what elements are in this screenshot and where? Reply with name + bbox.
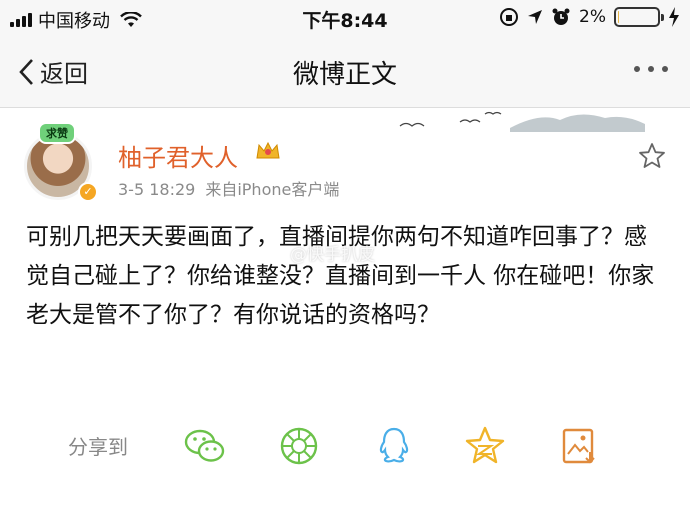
username[interactable]: 柚子君大人 bbox=[118, 138, 238, 173]
post-timestamp: 3-5 18:29 bbox=[118, 180, 196, 199]
share-label: 分享到 bbox=[68, 435, 128, 459]
watermark: @快手扒皮 bbox=[290, 245, 375, 265]
header-decoration bbox=[399, 111, 645, 132]
charging-icon bbox=[669, 7, 679, 27]
battery-fill bbox=[618, 11, 620, 23]
location-icon bbox=[528, 10, 543, 24]
wechat-icon[interactable] bbox=[183, 424, 227, 468]
orientation-lock-icon bbox=[500, 8, 519, 26]
status-right: 2% bbox=[499, 7, 680, 27]
avatar-pendant-badge: 求赞 bbox=[38, 122, 76, 144]
user-avatar-block[interactable]: 求赞 ✓ bbox=[24, 122, 98, 202]
more-dot bbox=[648, 66, 654, 72]
share-bar: 分享到 bbox=[0, 418, 690, 474]
crown-icon bbox=[256, 141, 280, 159]
star-icon[interactable] bbox=[638, 142, 666, 170]
verified-badge-icon: ✓ bbox=[78, 182, 98, 202]
battery-percent: 2% bbox=[579, 7, 606, 27]
status-bar: 中国移动 下午8:44 2% bbox=[0, 0, 690, 36]
qq-icon[interactable] bbox=[372, 424, 416, 468]
more-dot bbox=[662, 66, 668, 72]
post-source: 来自iPhone客户端 bbox=[205, 180, 340, 199]
more-options-button[interactable] bbox=[634, 66, 668, 72]
navigation-bar: 返回 微博正文 bbox=[0, 36, 690, 108]
save-image-icon[interactable] bbox=[557, 424, 601, 468]
qzone-icon[interactable] bbox=[463, 424, 507, 468]
moments-icon[interactable] bbox=[277, 424, 321, 468]
post-content: 可别几把天天要画面了，直播间提你两句不知道咋回事了？感觉自己碰上了？你给谁整没？… bbox=[26, 224, 655, 328]
battery-icon bbox=[614, 7, 664, 27]
page-title: 微博正文 bbox=[292, 60, 397, 90]
post-meta: 3-5 18:29 来自iPhone客户端 bbox=[118, 176, 339, 200]
more-dot bbox=[634, 66, 640, 72]
alarm-icon bbox=[552, 8, 570, 25]
